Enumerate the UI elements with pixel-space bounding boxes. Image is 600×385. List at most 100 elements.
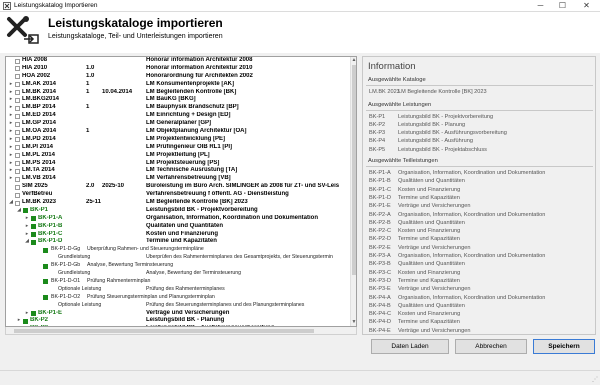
checkbox[interactable]	[15, 145, 20, 151]
close-button[interactable]: ✕	[578, 0, 595, 12]
tree-row[interactable]: ▸ LM.PI 2014 LM Prüfingenieur OIB RL1 [PI]	[6, 144, 352, 152]
checkbox[interactable]	[15, 97, 20, 103]
expand-toggle-icon[interactable]: ▸	[8, 96, 14, 104]
selected-checkbox[interactable]	[31, 216, 36, 222]
tree-row[interactable]: ▸ LM.AK 2014 1 LM Konsumentenprojekte [AK]	[6, 81, 352, 89]
tree-row[interactable]: ▸ LM.TA 2014 LM Technische Ausrüstung [TA]	[6, 167, 352, 175]
tree-row[interactable]: ▸ LM.BP 2014 1 LM Bauphysik Brandschutz [BP…	[6, 104, 352, 112]
maximize-button[interactable]: ☐	[554, 0, 571, 12]
save-button[interactable]: Speichern	[533, 339, 595, 354]
checkbox[interactable]	[15, 129, 20, 135]
tree-row[interactable]: VerfBetreu Verfahrensbetreuung f öffentl.…	[6, 191, 352, 199]
tree-row[interactable]: HIA 2010 1.0 Honorar information Architekt…	[6, 65, 352, 73]
selected-checkbox[interactable]	[43, 279, 48, 285]
tree-row[interactable]: ▸ BK-P1-C Kosten und Finanzierung	[6, 231, 352, 239]
checkbox[interactable]	[15, 176, 20, 182]
tree-row[interactable]: ▸ BK-P1-A Organisation, Information, Koord…	[6, 215, 352, 223]
tree-row[interactable]: ▸ BK-P1-E Verträge und Versicherungen	[6, 310, 352, 318]
selected-checkbox[interactable]	[31, 224, 36, 230]
tree-row[interactable]: ▸ LM.ED 2014 LM Einrichtung + Design [ED]	[6, 112, 352, 120]
tree-row[interactable]: ◢ LM.BK 2023 25-11 LM Begleitende Kontrolle…	[6, 199, 352, 207]
tree-row[interactable]: ▸ LM.PL 2014 LM Projektleitung [PL]	[6, 152, 352, 160]
expand-toggle-icon[interactable]: ▸	[8, 144, 14, 152]
expand-toggle-icon[interactable]: ◢	[16, 207, 22, 215]
item-description: LM Bauphysik Brandschutz [BP]	[146, 104, 239, 111]
load-data-button[interactable]: Daten Laden	[371, 339, 449, 354]
tree-row[interactable]: ▸ LM.PS 2014 LM Projektsteuerung [PS]	[6, 160, 352, 168]
expand-toggle-icon[interactable]: ▸	[8, 175, 14, 183]
checkbox[interactable]	[15, 184, 20, 190]
expand-toggle-icon[interactable]: ▸	[8, 152, 14, 160]
expand-toggle-icon[interactable]: ▸	[8, 136, 14, 144]
checkbox[interactable]	[15, 113, 20, 119]
resize-grip-icon[interactable]: ⋰	[592, 376, 598, 383]
tree-row[interactable]: ◢ BK-P1 Leistungsbild BK - Projektvorberei…	[6, 207, 352, 215]
tree-row[interactable]: ▸ BK-P2 Leistungsbild BK - Planung	[6, 317, 352, 325]
tree-row[interactable]: ▸ LM.VB 2014 LM Verfahrensbetreuung [VB]	[6, 175, 352, 183]
checkbox[interactable]	[15, 105, 20, 111]
detail-row[interactable]: BK-P1-D-Gg Überprüfung Rahmen- und Steuer…	[6, 246, 352, 254]
checkbox[interactable]	[15, 82, 20, 88]
scroll-up-icon[interactable]: ▲	[351, 57, 356, 64]
minimize-button[interactable]: ─	[532, 0, 549, 12]
checkbox[interactable]	[15, 58, 20, 64]
expand-toggle-icon[interactable]: ▸	[8, 120, 14, 128]
tree-row[interactable]: ▸ LM.PD 2014 LM Projektentwicklung [PE]	[6, 136, 352, 144]
selected-checkbox[interactable]	[31, 232, 36, 238]
tree-row[interactable]: ▸ BK-P1-B Qualitäten und Quantitäten	[6, 223, 352, 231]
selected-checkbox[interactable]	[23, 208, 28, 214]
expand-toggle-icon[interactable]: ▸	[8, 167, 14, 175]
expand-toggle-icon[interactable]: ▸	[24, 231, 30, 239]
selected-checkbox[interactable]	[23, 318, 28, 324]
selected-checkbox[interactable]	[31, 239, 36, 245]
checkbox[interactable]	[15, 121, 20, 127]
selected-checkbox[interactable]	[43, 263, 48, 269]
cancel-button[interactable]: Abbrechen	[455, 339, 527, 354]
tree-row[interactable]: ▸ LM.GP 2014 LM Generalplaner [GP]	[6, 120, 352, 128]
tree-row[interactable]: HOA 2002 1.0 Honorarordnung für Architekte…	[6, 73, 352, 81]
expand-toggle-icon[interactable]: ▸	[24, 310, 30, 318]
info-row: BK-P3 Leistungsbild BK - Ausführungsvorbe…	[366, 129, 593, 137]
expand-toggle-icon[interactable]: ▸	[24, 215, 30, 223]
expand-toggle-icon[interactable]: ▸	[8, 104, 14, 112]
detail-row[interactable]: BK-P1-D-Gb Analyse, Bewertung Terminsteue…	[6, 262, 352, 270]
checkbox[interactable]	[15, 161, 20, 167]
tree-row[interactable]: ▸ LM.BKG2014 LM BauKG [BKG]	[6, 96, 352, 104]
expand-toggle-icon[interactable]: ◢	[8, 199, 14, 207]
tree-vertical-scrollbar[interactable]: ▲ ▼	[350, 57, 356, 326]
tree-row[interactable]: ◢ BK-P1-D Termine und Kapazitäten	[6, 238, 352, 246]
info-name: Leistungsbild BK - Ausführungsvorbereitu…	[398, 130, 507, 137]
tree-row[interactable]: ▸ LM.OA 2014 1 LM Objektplanung Architektur…	[6, 128, 352, 136]
checkbox[interactable]	[15, 200, 20, 206]
expand-toggle-icon[interactable]: ◢	[24, 238, 30, 246]
scroll-thumb[interactable]	[352, 65, 356, 275]
checkbox[interactable]	[15, 90, 20, 96]
scroll-down-icon[interactable]: ▼	[351, 319, 356, 326]
selected-checkbox[interactable]	[43, 247, 48, 253]
info-row: BK-P3-B Qualitäten und Quantitäten	[366, 260, 593, 268]
selected-checkbox[interactable]	[31, 311, 36, 316]
checkbox[interactable]	[15, 153, 20, 159]
checkbox[interactable]	[15, 192, 20, 198]
selected-checkbox[interactable]	[43, 295, 48, 301]
info-row: LM.BK 2023 LM Begleitende Kontrolle [BK] …	[366, 88, 593, 96]
tree-row[interactable]: SIM 2025 2.0 2025-10 Büroleistung im Büro A…	[6, 183, 352, 191]
scroll-thumb-horizontal[interactable]	[14, 329, 314, 333]
tree-row[interactable]: ▸ LM.BK 2014 1 10.04.2014 LM Begleitenden Ko…	[6, 89, 352, 97]
checkbox[interactable]	[15, 168, 20, 174]
checkbox[interactable]	[15, 137, 20, 143]
expand-toggle-icon[interactable]: ▸	[8, 81, 14, 89]
detail-row[interactable]: BK-P1-D-Ö2 Prüfung Steuerungsterminplan u…	[6, 294, 352, 302]
expand-toggle-icon[interactable]: ▸	[8, 128, 14, 136]
tree-row[interactable]: HIA 2008 Honorar information Architektur …	[6, 57, 352, 65]
expand-toggle-icon[interactable]: ▸	[24, 223, 30, 231]
checkbox[interactable]	[15, 74, 20, 80]
expand-toggle-icon[interactable]: ▸	[8, 89, 14, 97]
catalog-tree[interactable]: HIA 2008 Honorar information Architektur …	[5, 56, 357, 327]
tree-horizontal-scrollbar[interactable]	[5, 327, 357, 335]
expand-toggle-icon[interactable]: ▸	[16, 317, 22, 325]
detail-row[interactable]: BK-P1-D-Ö1 Prüfung Rahmenterminplan	[6, 278, 352, 286]
expand-toggle-icon[interactable]: ▸	[8, 112, 14, 120]
expand-toggle-icon[interactable]: ▸	[8, 160, 14, 168]
checkbox[interactable]	[15, 66, 20, 72]
